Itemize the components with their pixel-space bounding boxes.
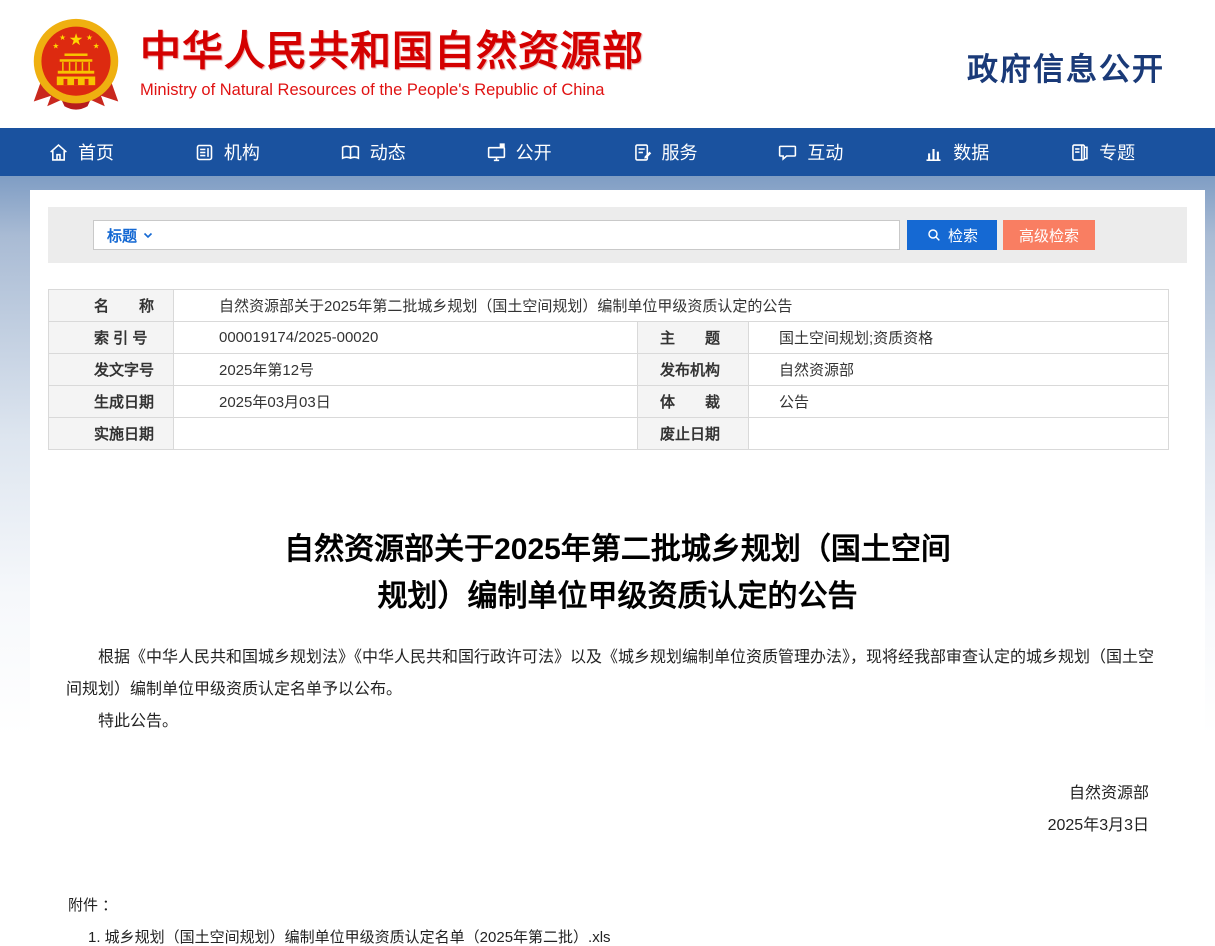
nav-item-disclosure[interactable]: 公开 — [486, 139, 632, 165]
site-title-block: 中华人民共和国自然资源部 Ministry of Natural Resourc… — [140, 28, 644, 100]
meta-value-issuing-agency: 自然资源部 — [749, 354, 1169, 386]
data-icon — [923, 142, 944, 163]
meta-value-repeal-date — [749, 418, 1169, 450]
meta-label-genre: 体 裁 — [638, 386, 749, 418]
meta-value-effective-date — [174, 418, 638, 450]
meta-value-genre: 公告 — [749, 386, 1169, 418]
search-box: 标题 — [93, 220, 900, 250]
signature-organization: 自然资源部 — [66, 778, 1149, 810]
page-background: 标题 检索 高级检索 名 称 自然资源部关于2025年第二批城乡规划（国土空间规… — [0, 176, 1215, 946]
svg-text:★: ★ — [52, 42, 59, 51]
attachment-link-1[interactable]: 1. 城乡规划（国土空间规划）编制单位甲级资质认定名单（2025年第二批）.xl… — [66, 922, 1169, 946]
document-body: 自然资源部关于2025年第二批城乡规划（国土空间 规划）编制单位甲级资质认定的公… — [48, 526, 1187, 946]
nav-item-label: 专题 — [1099, 139, 1135, 165]
search-button[interactable]: 检索 — [907, 220, 997, 250]
meta-label-generated-date: 生成日期 — [49, 386, 174, 418]
site-header: ★ ★ ★ ★ ★ 中华人民共和国自然资源部 Ministry of Natur… — [0, 0, 1215, 128]
news-icon — [340, 142, 361, 163]
nav-item-special-topics[interactable]: 专题 — [1069, 139, 1215, 165]
svg-text:★: ★ — [93, 42, 100, 51]
document-title: 自然资源部关于2025年第二批城乡规划（国土空间 规划）编制单位甲级资质认定的公… — [66, 526, 1169, 620]
nav-item-data[interactable]: 数据 — [923, 139, 1069, 165]
site-subtitle: Ministry of Natural Resources of the Peo… — [140, 81, 644, 100]
nav-item-service[interactable]: 服务 — [632, 139, 778, 165]
table-row: 生成日期 2025年03月03日 体 裁 公告 — [49, 386, 1169, 418]
svg-text:★: ★ — [69, 31, 84, 49]
home-icon — [48, 142, 69, 163]
search-field-selector-label: 标题 — [107, 225, 137, 246]
nav-item-home[interactable]: 首页 — [48, 139, 194, 165]
meta-label-repeal-date: 废止日期 — [638, 418, 749, 450]
signature-date: 2025年3月3日 — [66, 810, 1149, 842]
nav-item-label: 公开 — [516, 139, 552, 165]
meta-label-subject: 主 题 — [638, 322, 749, 354]
special-topics-icon — [1069, 142, 1090, 163]
nav-item-label: 数据 — [953, 139, 989, 165]
table-row: 发文字号 2025年第12号 发布机构 自然资源部 — [49, 354, 1169, 386]
svg-text:★: ★ — [86, 33, 93, 42]
signature-block: 自然资源部 2025年3月3日 — [66, 778, 1169, 842]
advanced-search-button-label: 高级检索 — [1019, 225, 1079, 246]
search-icon — [926, 227, 942, 243]
advanced-search-button[interactable]: 高级检索 — [1003, 220, 1095, 250]
nav-item-news[interactable]: 动态 — [340, 139, 486, 165]
meta-value-index-number: 000019174/2025-00020 — [174, 322, 638, 354]
organization-icon — [194, 142, 215, 163]
search-input[interactable] — [164, 222, 899, 248]
attachments-section: 附件 ： 1. 城乡规划（国土空间规划）编制单位甲级资质认定名单（2025年第二… — [66, 890, 1169, 946]
service-icon — [632, 142, 653, 163]
svg-text:★: ★ — [59, 33, 66, 42]
chevron-down-icon — [142, 229, 154, 241]
document-title-line1: 自然资源部关于2025年第二批城乡规划（国土空间 — [66, 526, 1169, 573]
table-row: 索 引 号 000019174/2025-00020 主 题 国土空间规划;资质… — [49, 322, 1169, 354]
search-field-selector[interactable]: 标题 — [94, 225, 164, 246]
nav-item-label: 动态 — [370, 139, 406, 165]
nav-item-interaction[interactable]: 互动 — [777, 139, 923, 165]
search-panel: 标题 检索 高级检索 — [48, 207, 1187, 263]
nav-item-label: 服务 — [662, 139, 698, 165]
page-section-title: 政府信息公开 — [967, 44, 1165, 89]
meta-label-issuing-agency: 发布机构 — [638, 354, 749, 386]
nav-item-organization[interactable]: 机构 — [194, 139, 340, 165]
meta-value-doc-number: 2025年第12号 — [174, 354, 638, 386]
nav-item-label: 机构 — [224, 139, 260, 165]
site-title: 中华人民共和国自然资源部 — [140, 28, 644, 75]
nav-item-label: 互动 — [807, 139, 843, 165]
table-row: 名 称 自然资源部关于2025年第二批城乡规划（国土空间规划）编制单位甲级资质认… — [49, 290, 1169, 322]
national-emblem-icon: ★ ★ ★ ★ ★ — [28, 15, 124, 115]
table-row: 实施日期 废止日期 — [49, 418, 1169, 450]
national-emblem-logo: ★ ★ ★ ★ ★ — [28, 15, 124, 115]
document-meta-table: 名 称 自然资源部关于2025年第二批城乡规划（国土空间规划）编制单位甲级资质认… — [48, 289, 1169, 450]
main-nav: 首页 机构 动态 公开 服务 互动 数据 专题 — [0, 128, 1215, 176]
search-button-label: 检索 — [948, 225, 978, 246]
document-paragraph-closing: 特此公告。 — [66, 706, 1169, 738]
interaction-icon — [777, 142, 798, 163]
content-card: 标题 检索 高级检索 名 称 自然资源部关于2025年第二批城乡规划（国土空间规… — [30, 190, 1205, 946]
meta-label-name: 名 称 — [49, 290, 174, 322]
meta-label-doc-number: 发文字号 — [49, 354, 174, 386]
meta-value-name: 自然资源部关于2025年第二批城乡规划（国土空间规划）编制单位甲级资质认定的公告 — [174, 290, 1169, 322]
attachments-label: 附件 ： — [66, 890, 1169, 922]
meta-label-effective-date: 实施日期 — [49, 418, 174, 450]
meta-label-index-number: 索 引 号 — [49, 322, 174, 354]
document-paragraph: 根据《中华人民共和国城乡规划法》《中华人民共和国行政许可法》以及《城乡规划编制单… — [66, 642, 1169, 706]
meta-value-generated-date: 2025年03月03日 — [174, 386, 638, 418]
disclosure-icon — [486, 142, 507, 163]
nav-item-label: 首页 — [78, 139, 114, 165]
document-title-line2: 规划）编制单位甲级资质认定的公告 — [66, 573, 1169, 620]
meta-value-subject: 国土空间规划;资质资格 — [749, 322, 1169, 354]
